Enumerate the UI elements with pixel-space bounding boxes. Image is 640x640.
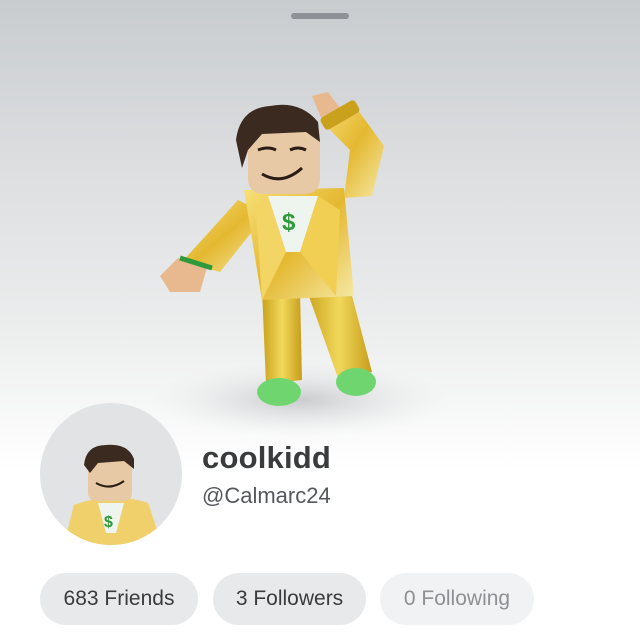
avatar-headshot-image: $ [64,444,162,545]
friends-count-button[interactable]: 683 Friends [40,573,198,625]
avatar-3d-view: $ [150,92,450,438]
right-shoe [336,368,376,396]
avatar-stage: $ [0,0,640,470]
svg-text:$: $ [104,514,113,531]
display-name: coolkidd [202,440,332,475]
left-shoe [257,378,301,406]
followers-count-button[interactable]: 3 Followers [213,573,366,625]
following-count-button[interactable]: 0 Following [380,573,534,625]
username: @Calmarc24 [202,483,331,508]
dollar-sign-icon: $ [282,209,296,236]
avatar-headshot[interactable]: $ [40,403,182,545]
